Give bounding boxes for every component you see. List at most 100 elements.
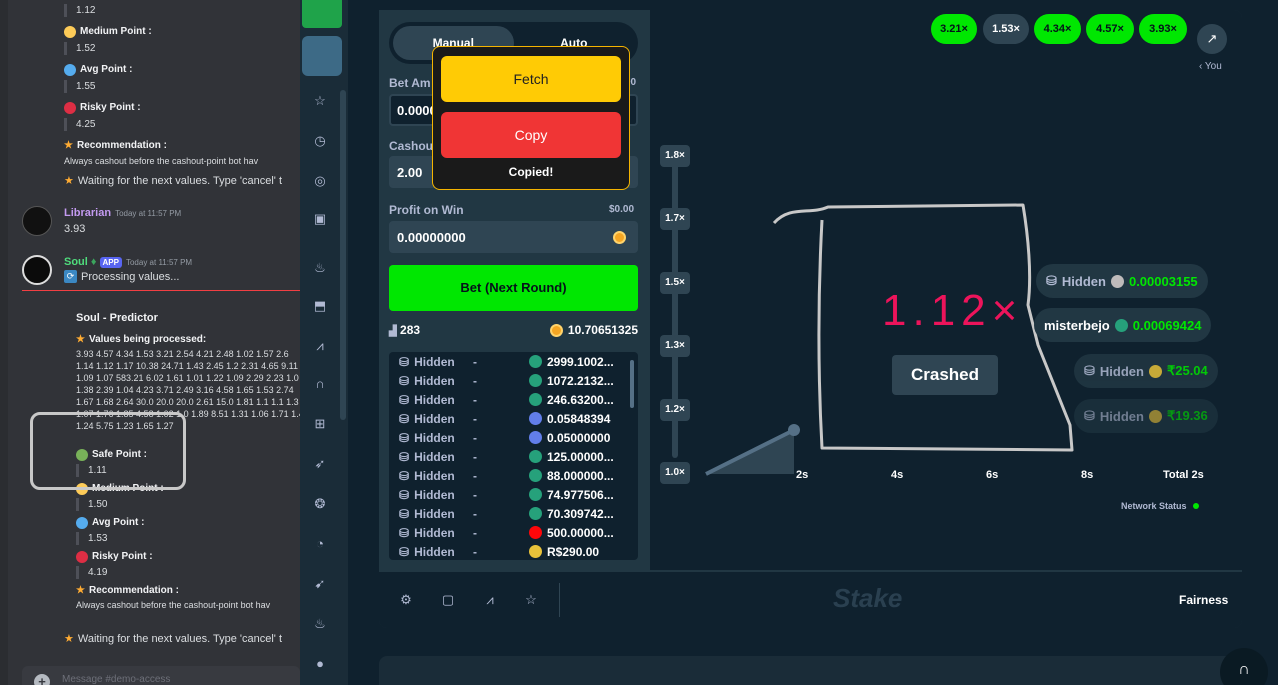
rocket-icon[interactable]: ➶: [310, 454, 330, 474]
target-icon[interactable]: ◎: [310, 171, 330, 191]
librarian-message: Librarian Today at 11:57 PM 3.93: [64, 207, 181, 235]
predictor-title: Soul - Predictor: [76, 312, 158, 324]
bomb-icon[interactable]: ●: [310, 654, 330, 674]
bookmark-icon[interactable]: ⬒: [310, 296, 330, 316]
copy-button[interactable]: Copy: [441, 112, 621, 158]
casino-icon[interactable]: ▣: [310, 209, 330, 229]
hand-drawn-circle: [30, 412, 186, 490]
player-multiplier: -: [473, 468, 477, 483]
player-row: ⛁ Hidden - 2999.1002...: [389, 352, 638, 371]
users-icon: ▟: [389, 326, 397, 337]
history-pill[interactable]: 1.53×: [983, 14, 1029, 44]
player-multiplier: -: [473, 487, 477, 502]
medium-point-value: 1.50: [76, 498, 270, 511]
x-tick: 4s: [891, 469, 904, 481]
currency-icon: [529, 431, 542, 444]
x-tick-total: Total 2s: [1163, 469, 1204, 481]
discord-chat-panel: 1.12 Medium Point : 1.52 Avg Point : 1.5…: [0, 0, 300, 685]
flame-icon[interactable]: ♨: [310, 614, 330, 634]
crash-multiplier: 1.12×: [882, 286, 1024, 335]
spy-icon: ⛁: [399, 525, 410, 540]
player-amount: 0.05848394: [547, 411, 611, 426]
stats-icon[interactable]: ⩘: [482, 592, 498, 608]
favourite-icon[interactable]: ☆: [523, 592, 539, 608]
spy-icon: ⛁: [399, 449, 410, 464]
spy-icon: ⛁: [399, 430, 410, 445]
cashout-label: Cashou: [389, 139, 434, 153]
trend-icon[interactable]: ↗: [1197, 24, 1227, 54]
star-icon: ★: [64, 633, 74, 645]
sidebar-scrollbar[interactable]: [340, 90, 346, 420]
red-circle-icon: [76, 550, 88, 563]
players-scrollbar[interactable]: [630, 360, 634, 408]
message-input[interactable]: + Message #demo-access: [22, 666, 300, 685]
cashout-entry: ⛁ Hidden ₹25.04: [1074, 354, 1218, 388]
spy-icon: ⛁: [399, 354, 410, 369]
fetch-button[interactable]: Fetch: [441, 56, 621, 102]
predictor-popup: Fetch Copy Copied!: [432, 46, 630, 190]
game-thumbnail[interactable]: [302, 0, 342, 28]
librarian-username[interactable]: Librarian: [64, 207, 111, 219]
status-dot: [1192, 503, 1199, 509]
game-thumbnail[interactable]: [302, 36, 342, 76]
history-pill[interactable]: 3.21×: [931, 14, 977, 44]
currency-icon: [529, 488, 542, 501]
fairness-link[interactable]: Fairness: [1179, 593, 1228, 607]
copied-status: Copied!: [508, 165, 554, 179]
inr-icon: [1148, 409, 1162, 423]
divider: [559, 583, 560, 617]
star-icon: ★: [76, 334, 85, 345]
x-tick: 6s: [986, 469, 999, 481]
history-icon[interactable]: ◷: [310, 131, 330, 151]
history-pill[interactable]: 4.57×: [1086, 14, 1134, 44]
help-headset-icon[interactable]: ∩: [1220, 648, 1268, 685]
spy-icon: ⛁: [399, 544, 410, 559]
soul-username[interactable]: Soul: [64, 256, 88, 268]
roulette-icon[interactable]: ❂: [310, 494, 330, 514]
top-values: 1.12 Medium Point : 1.52 Avg Point : 1.5…: [64, 4, 258, 167]
spy-icon: ⛁: [399, 373, 410, 388]
red-circle-icon: [64, 101, 76, 114]
message-timestamp: Today at 11:57 PM: [125, 258, 193, 267]
swirl-icon[interactable]: ◔: [310, 534, 330, 554]
player-row: ⛁ Hidden - R$290.00: [389, 542, 638, 560]
star-icon[interactable]: ☆: [310, 91, 330, 111]
avg-point-label: Avg Point :: [92, 517, 145, 528]
fire-icon[interactable]: ♨: [310, 258, 330, 278]
ltc-icon: [1110, 274, 1124, 288]
currency-icon: [529, 412, 542, 425]
message-timestamp: Today at 11:57 PM: [115, 209, 182, 218]
blue-circle-icon: [76, 516, 88, 529]
refresh-icon: ⟳: [64, 270, 77, 283]
avg-point-value: 1.53: [76, 532, 270, 545]
star-icon: ★: [76, 585, 85, 596]
bet-button[interactable]: Bet (Next Round): [389, 265, 638, 311]
history-pill[interactable]: 4.34×: [1034, 14, 1081, 44]
plus-icon[interactable]: +: [34, 674, 50, 685]
theatre-icon[interactable]: ▢: [440, 592, 456, 608]
waiting-message: ★ Waiting for the next values. Type 'canc…: [64, 174, 283, 188]
player-amount: R$290.00: [547, 544, 600, 559]
inr-icon: [1148, 364, 1162, 378]
librarian-avatar[interactable]: [22, 206, 52, 236]
currency-icon: [529, 393, 542, 406]
plane-icon[interactable]: ➹: [310, 574, 330, 594]
crashed-badge: Crashed: [892, 355, 998, 395]
player-name: Hidden: [414, 506, 455, 521]
player-multiplier: -: [473, 449, 477, 464]
spy-icon: ⛁: [399, 392, 410, 407]
gift-icon[interactable]: ⊞: [310, 414, 330, 434]
headset-icon[interactable]: ∩: [310, 374, 330, 394]
cashout-entry: misterbejo 0.00069424: [1034, 308, 1212, 342]
medium-point-value: 1.52: [64, 42, 258, 55]
settings-icon[interactable]: ⚙: [398, 592, 414, 608]
history-pill[interactable]: 3.93×: [1139, 14, 1187, 44]
soul-avatar[interactable]: [22, 255, 52, 285]
players-summary: ▟ 283 10.70651325: [389, 323, 638, 341]
chart-icon[interactable]: ⩘: [310, 336, 330, 356]
currency-icon: [529, 355, 542, 368]
spy-icon: ⛁: [399, 506, 410, 521]
player-multiplier: -: [473, 506, 477, 521]
y-tick: 1.0×: [660, 462, 690, 484]
player-amount: 74.977506...: [547, 487, 614, 502]
